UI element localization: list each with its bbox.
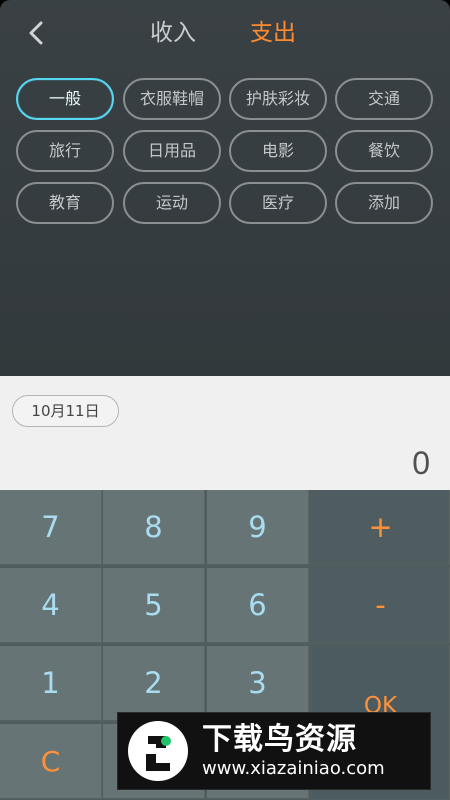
key-4[interactable]: 4 — [0, 568, 102, 643]
tab-expense[interactable]: 支出 — [250, 16, 296, 50]
watermark-title: 下载鸟资源 — [202, 722, 357, 757]
category-clothing[interactable]: 衣服鞋帽 — [123, 78, 221, 120]
key-clear[interactable]: C — [0, 724, 102, 799]
entry-panel — [0, 376, 450, 490]
key-minus[interactable]: - — [312, 568, 450, 643]
key-8[interactable]: 8 — [103, 490, 205, 565]
category-panel: 收入 支出 一般 衣服鞋帽 护肤彩妆 交通 旅行 日用品 电影 餐饮 教育 运动… — [0, 0, 450, 376]
key-7[interactable]: 7 — [0, 490, 102, 565]
category-travel[interactable]: 旅行 — [16, 130, 114, 172]
watermark: 下载鸟资源 www.xiazainiao.com — [117, 712, 431, 790]
watermark-text: 下载鸟资源 www.xiazainiao.com — [202, 722, 385, 780]
category-transport[interactable]: 交通 — [335, 78, 433, 120]
category-sports[interactable]: 运动 — [123, 182, 221, 224]
key-3[interactable]: 3 — [207, 646, 309, 721]
bird-logo-icon — [128, 721, 188, 781]
key-2[interactable]: 2 — [103, 646, 205, 721]
tab-income[interactable]: 收入 — [150, 16, 196, 50]
date-badge[interactable]: 10月11日 — [12, 395, 119, 427]
category-add[interactable]: 添加 — [335, 182, 433, 224]
key-plus[interactable]: + — [312, 490, 450, 565]
back-button[interactable] — [24, 18, 48, 48]
category-general[interactable]: 一般 — [16, 78, 114, 120]
amount-display: 0 — [412, 445, 430, 481]
category-education[interactable]: 教育 — [16, 182, 114, 224]
watermark-url: www.xiazainiao.com — [202, 758, 385, 779]
key-5[interactable]: 5 — [103, 568, 205, 643]
category-dining[interactable]: 餐饮 — [335, 130, 433, 172]
app-frame: 收入 支出 一般 衣服鞋帽 护肤彩妆 交通 旅行 日用品 电影 餐饮 教育 运动… — [0, 0, 450, 800]
category-cosmetics[interactable]: 护肤彩妆 — [229, 78, 327, 120]
category-movie[interactable]: 电影 — [229, 130, 327, 172]
key-1[interactable]: 1 — [0, 646, 102, 721]
category-daily-goods[interactable]: 日用品 — [123, 130, 221, 172]
chevron-left-icon — [29, 21, 43, 45]
category-medical[interactable]: 医疗 — [229, 182, 327, 224]
bird-logo-shape — [146, 736, 171, 771]
key-6[interactable]: 6 — [207, 568, 309, 643]
key-9[interactable]: 9 — [207, 490, 309, 565]
